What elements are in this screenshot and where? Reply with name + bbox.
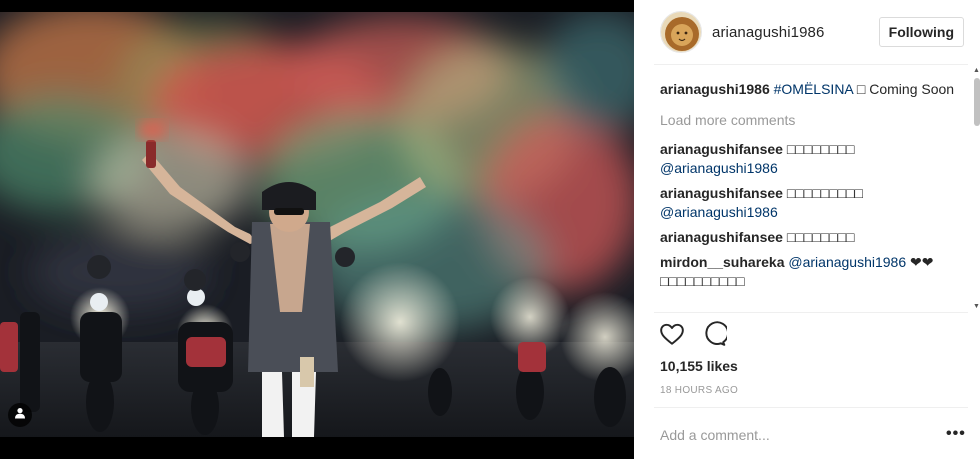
- post-username[interactable]: arianagushi1986: [712, 24, 879, 41]
- comment-username[interactable]: arianagushifansee: [660, 229, 783, 245]
- comment-mention[interactable]: @arianagushi1986: [660, 160, 778, 176]
- caption-hashtag[interactable]: #OMËLSINA: [774, 81, 853, 97]
- post-side-panel: arianagushi1986 Following arianagushi198…: [634, 0, 980, 459]
- user-tag-button[interactable]: [8, 403, 32, 427]
- photo-smoke-motorcycles: [0, 12, 634, 437]
- following-button[interactable]: Following: [878, 17, 964, 47]
- comment-item: arianagushifansee □□□□□□□□: [660, 228, 965, 247]
- heart-icon[interactable]: [659, 321, 685, 347]
- comment-username[interactable]: arianagushifansee: [660, 185, 783, 201]
- photo-letterbox-bottom: [0, 437, 634, 459]
- comments-list: arianagushi1986 #OMËLSINA □ Coming Soon …: [660, 80, 965, 308]
- comment-icon[interactable]: [701, 321, 730, 347]
- caption-text: □ Coming Soon: [856, 81, 955, 97]
- comment-item: mirdon__suhareka @arianagushi1986 ❤❤ □□□…: [660, 253, 965, 291]
- actions-divider: [654, 312, 968, 313]
- post-caption: arianagushi1986 #OMËLSINA □ Coming Soon: [660, 80, 965, 99]
- comment-divider: [654, 407, 968, 408]
- scroll-down-arrow[interactable]: ▼: [973, 303, 980, 310]
- load-more-comments-link[interactable]: Load more comments: [660, 111, 965, 130]
- scroll-up-arrow[interactable]: ▲: [973, 67, 980, 74]
- add-comment-input[interactable]: [660, 425, 952, 445]
- caption-username[interactable]: arianagushi1986: [660, 81, 770, 97]
- comment-text: □□□□□□□□: [786, 229, 855, 245]
- post-timestamp[interactable]: 18 HOURS AGO: [660, 385, 738, 396]
- comment-mention[interactable]: @arianagushi1986: [788, 254, 906, 270]
- user-tag-icon: [14, 406, 26, 424]
- comments-scrollbar[interactable]: ▲ ▼: [972, 66, 980, 312]
- post-actions: [659, 321, 730, 347]
- scroll-thumb[interactable]: [974, 78, 980, 126]
- avatar[interactable]: [660, 11, 702, 53]
- more-options-button[interactable]: •••: [946, 426, 966, 442]
- photo-letterbox-top: [0, 0, 634, 12]
- comment-item: arianagushifansee □□□□□□□□ @arianagushi1…: [660, 140, 965, 178]
- comment-item: arianagushifansee □□□□□□□□□ @arianagushi…: [660, 184, 965, 222]
- comment-text: □□□□□□□□□: [786, 185, 863, 201]
- post-photo[interactable]: [0, 0, 634, 459]
- comment-username[interactable]: arianagushifansee: [660, 141, 783, 157]
- comment-mention[interactable]: @arianagushi1986: [660, 204, 778, 220]
- lion-avatar: [661, 12, 701, 52]
- likes-count[interactable]: 10,155 likes: [660, 358, 738, 374]
- comment-username[interactable]: mirdon__suhareka: [660, 254, 785, 270]
- comment-text: □□□□□□□□: [786, 141, 855, 157]
- header-divider: [654, 64, 968, 65]
- post-header: arianagushi1986 Following: [634, 0, 980, 64]
